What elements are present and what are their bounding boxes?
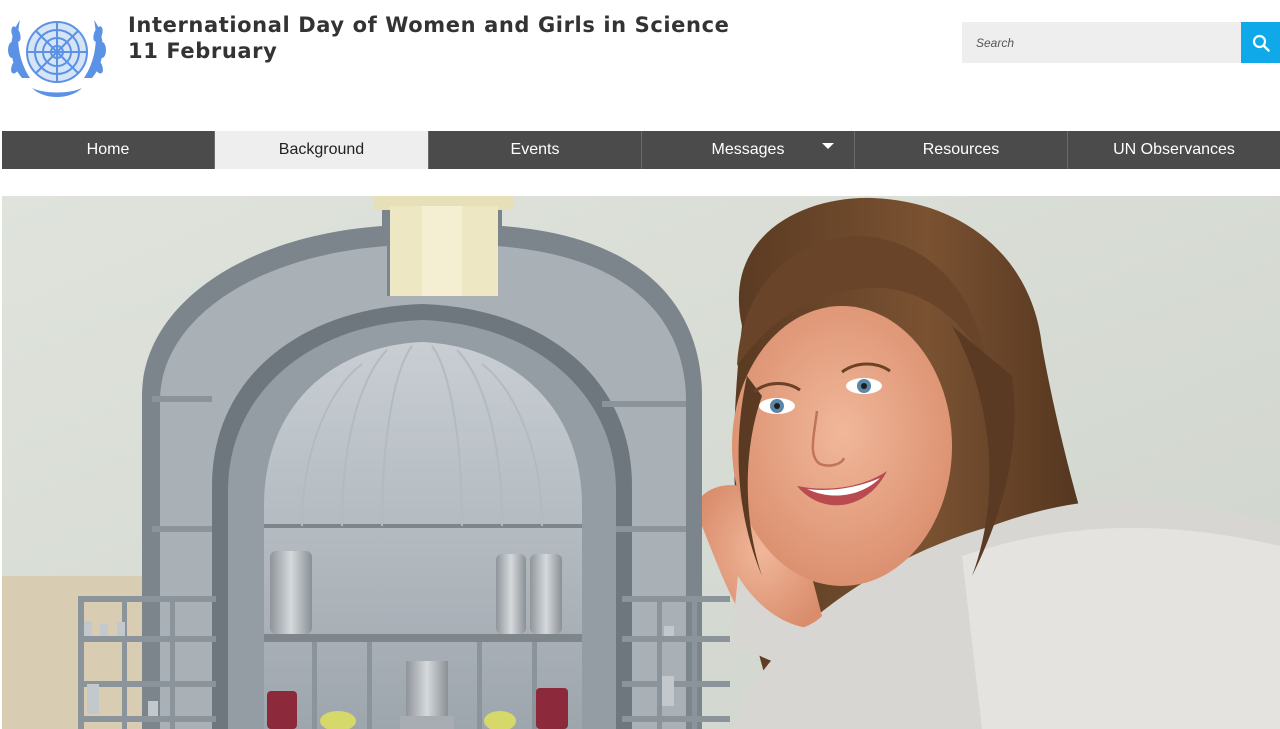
un-emblem-icon [8, 20, 106, 97]
hero-image [2, 196, 1280, 729]
site-title-line1: International Day of Women and Girls in … [128, 13, 730, 37]
search-icon [1252, 34, 1270, 52]
nav-item-events[interactable]: Events [429, 131, 642, 169]
un-emblem-logo[interactable] [2, 8, 112, 102]
search-form [962, 22, 1280, 63]
nav-item-label: UN Observances [1113, 141, 1235, 158]
site-title[interactable]: International Day of Women and Girls in … [128, 12, 729, 64]
search-input[interactable] [962, 22, 1241, 63]
nav-item-label: Home [86, 141, 130, 158]
nav-item-resources[interactable]: Resources [855, 131, 1068, 169]
nav-item-un-observances[interactable]: UN Observances [1068, 131, 1280, 169]
nav-item-label: Resources [922, 141, 1000, 158]
caret-down-icon[interactable] [822, 143, 834, 149]
search-button[interactable] [1241, 22, 1280, 63]
nav-item-messages[interactable]: Messages [642, 131, 855, 169]
main-navigation: Home Background Events Messages Resource… [2, 131, 1280, 169]
nav-item-label: Background [278, 141, 365, 158]
hero-photo-illustration [2, 196, 1280, 729]
nav-item-home[interactable]: Home [2, 131, 215, 169]
nav-item-background[interactable]: Background [215, 131, 429, 169]
nav-item-label: Events [510, 141, 560, 158]
site-title-line2: 11 February [128, 39, 278, 63]
nav-item-label: Messages [711, 141, 785, 158]
